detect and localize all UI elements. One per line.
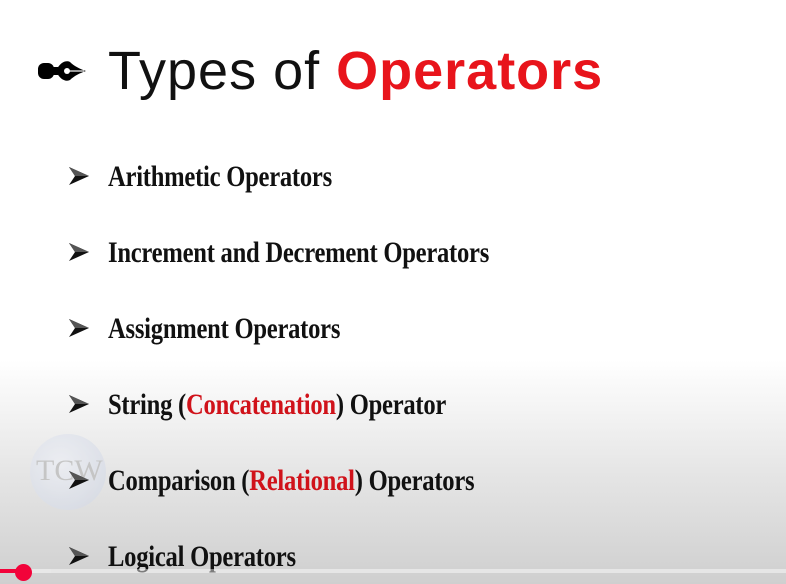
- arrowhead-bullet-icon: [69, 167, 89, 185]
- item-text: String (: [108, 388, 186, 421]
- video-progress-bar[interactable]: [0, 569, 786, 573]
- item-label: Assignment Operators: [108, 312, 340, 346]
- item-highlight: Relational: [249, 464, 355, 497]
- scrubber-handle[interactable]: [15, 564, 33, 581]
- item-text-after: ) Operator: [335, 388, 447, 421]
- item-text: Comparison (: [108, 464, 250, 497]
- title-prefix: Types of: [108, 41, 321, 101]
- item-text: Assignment Operators: [108, 312, 341, 345]
- item-highlight: Concatenation: [185, 388, 336, 421]
- arrowhead-bullet-icon: [69, 547, 89, 565]
- arrowhead-bullet-icon: [69, 395, 89, 413]
- arrowhead-bullet-icon: [69, 471, 89, 489]
- item-label: Increment and Decrement Operators: [108, 236, 489, 270]
- item-text: Increment and Decrement Operators: [108, 236, 490, 269]
- arrowhead-bullet-icon: [69, 243, 89, 261]
- item-label: Comparison (Relational) Operators: [108, 464, 475, 498]
- item-text: Arithmetic Operators: [108, 160, 332, 193]
- item-text-after: ) Operators: [354, 464, 475, 497]
- pen-nib-icon: [38, 61, 86, 81]
- title-accent: Operators: [336, 41, 604, 101]
- item-label: Arithmetic Operators: [108, 160, 332, 194]
- slide-title: Types of Operators: [108, 40, 603, 102]
- item-label: String (Concatenation) Operator: [108, 388, 446, 422]
- arrowhead-bullet-icon: [69, 319, 89, 337]
